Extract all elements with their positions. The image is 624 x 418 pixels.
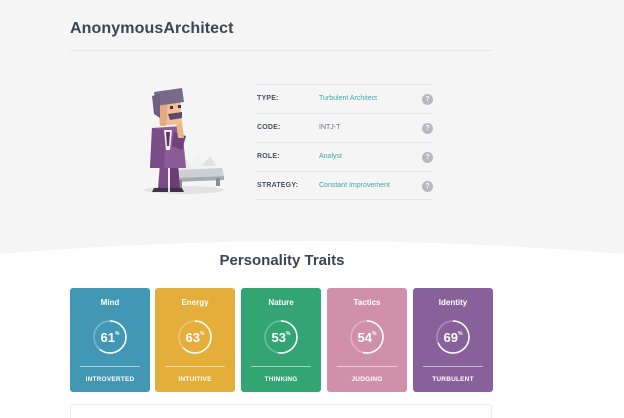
trait-percent-value: 53 xyxy=(271,330,286,345)
trait-card-nature[interactable]: Nature 53% THINKING xyxy=(241,288,321,392)
trait-percentage: 61% xyxy=(70,330,150,345)
architect-character-icon xyxy=(144,88,224,194)
trait-card-identity[interactable]: Identity 69% TURBULENT xyxy=(413,288,493,392)
info-label: STRATEGY: xyxy=(257,182,299,189)
trait-card-mind[interactable]: Mind 61% INTROVERTED xyxy=(70,288,150,392)
percent-sign: % xyxy=(458,331,463,337)
percent-sign: % xyxy=(200,331,205,337)
trait-percent-value: 61 xyxy=(100,330,115,345)
help-icon[interactable]: ? xyxy=(422,181,433,192)
percent-sign: % xyxy=(115,331,120,337)
help-icon[interactable]: ? xyxy=(422,152,433,163)
trait-card-title: Energy xyxy=(181,298,209,307)
profile-username: AnonymousArchitect xyxy=(70,20,234,37)
trait-result-label: THINKING xyxy=(264,376,298,383)
percent-sign: % xyxy=(372,331,377,337)
card-divider xyxy=(251,366,311,367)
help-icon[interactable]: ? xyxy=(422,123,433,134)
trait-percent-value: 63 xyxy=(185,330,200,345)
info-row-role: ROLE: Analyst ? xyxy=(256,142,433,171)
trait-result-label: INTUITIVE xyxy=(178,376,212,383)
info-value-type[interactable]: Turbulent Architect xyxy=(319,95,377,102)
trait-card-tactics[interactable]: Tactics 54% JUDGING xyxy=(327,288,407,392)
info-label: CODE: xyxy=(257,124,281,131)
trait-percentage: 63% xyxy=(155,330,235,345)
card-divider xyxy=(423,366,483,367)
trait-result-label: TURBULENT xyxy=(432,376,474,383)
trait-percentage: 54% xyxy=(327,330,407,345)
help-icon[interactable]: ? xyxy=(422,94,433,105)
trait-percent-value: 54 xyxy=(357,330,372,345)
trait-card-title: Mind xyxy=(100,298,120,307)
trait-card-title: Nature xyxy=(268,298,294,307)
trait-card-title: Tactics xyxy=(353,298,381,307)
info-label: TYPE: xyxy=(257,95,279,102)
trait-percentage: 69% xyxy=(413,330,493,345)
trait-card-title: Identity xyxy=(438,298,468,307)
card-divider xyxy=(80,366,140,367)
card-divider xyxy=(165,366,225,367)
profile-info-table: TYPE: Turbulent Architect ? CODE: INTJ-T… xyxy=(256,84,433,200)
info-value-code: INTJ-T xyxy=(319,124,341,131)
trait-result-label: INTROVERTED xyxy=(85,376,135,383)
details-panel xyxy=(70,404,492,418)
header-divider xyxy=(70,50,492,51)
info-row-strategy: STRATEGY: Constant Improvement ? xyxy=(256,171,433,200)
info-row-code: CODE: INTJ-T ? xyxy=(256,113,433,142)
trait-percentage: 53% xyxy=(241,330,321,345)
info-label: ROLE: xyxy=(257,153,280,160)
info-value-role[interactable]: Analyst xyxy=(319,153,342,160)
card-divider xyxy=(337,366,397,367)
trait-card-energy[interactable]: Energy 63% INTUITIVE xyxy=(155,288,235,392)
info-row-type: TYPE: Turbulent Architect ? xyxy=(256,84,433,113)
info-value-strategy[interactable]: Constant Improvement xyxy=(319,182,390,189)
percent-sign: % xyxy=(286,331,291,337)
trait-result-label: JUDGING xyxy=(351,376,383,383)
section-title-personality-traits: Personality Traits xyxy=(219,252,345,269)
trait-percent-value: 69 xyxy=(443,330,458,345)
